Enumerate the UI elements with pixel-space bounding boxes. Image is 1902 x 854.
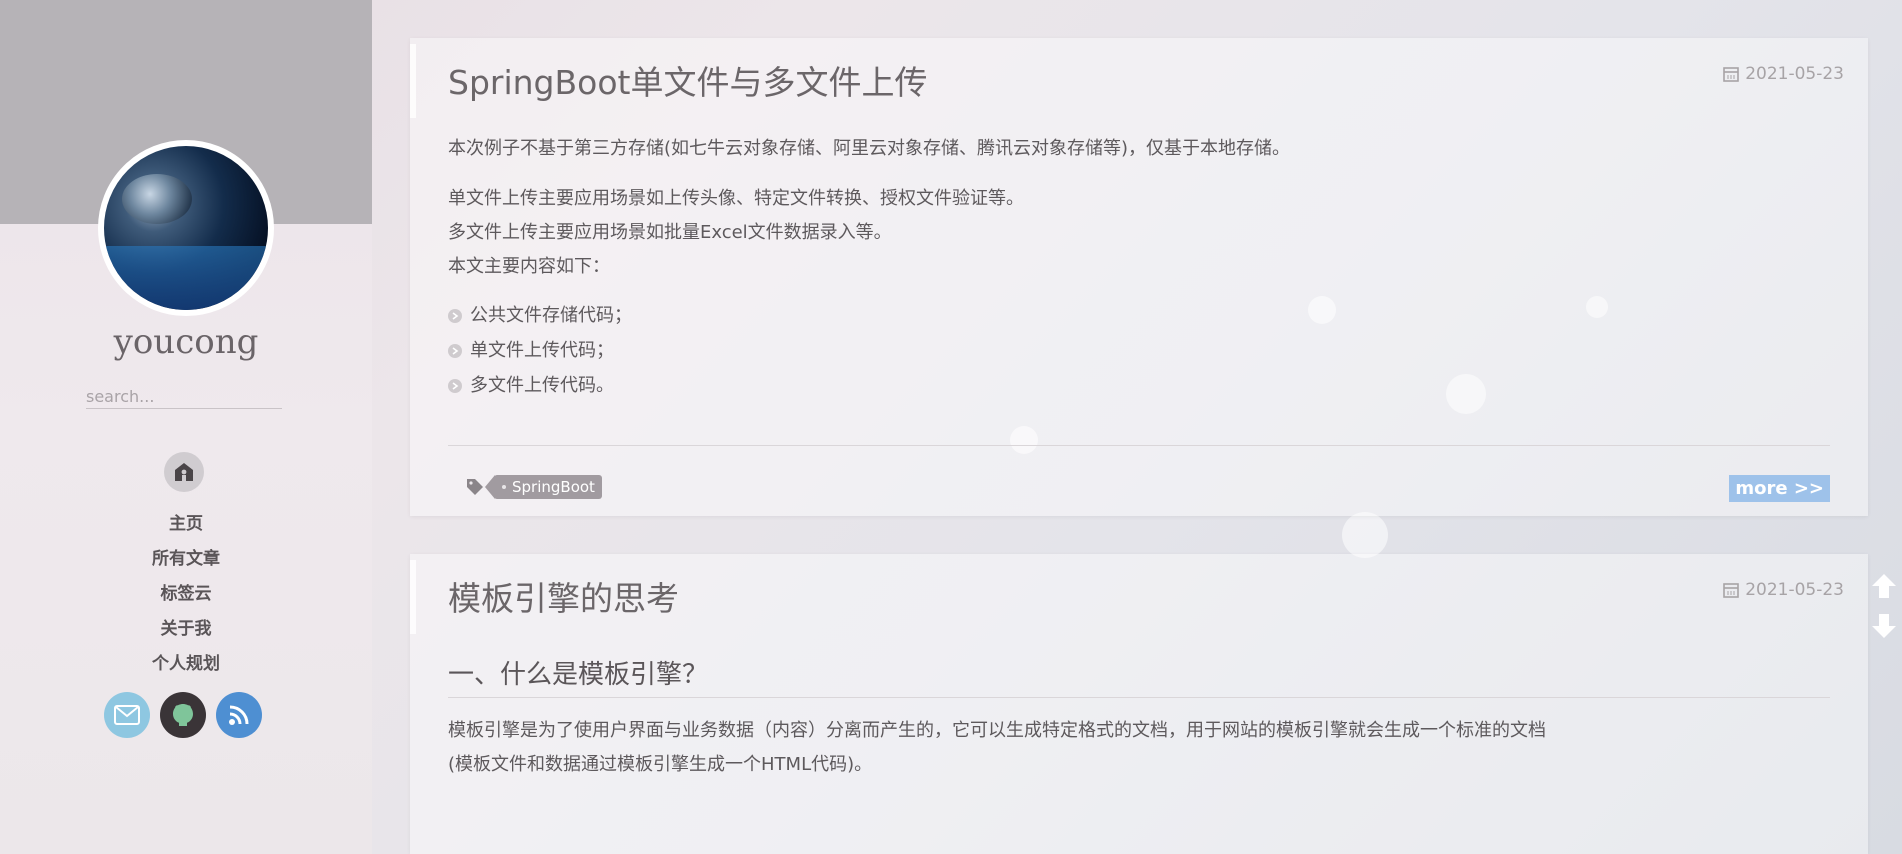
social-links [104,692,262,738]
post-paragraph: 本次例子不基于第三方存储(如七牛云对象存储、阿里云对象存储、腾讯云对象存储等)，… [448,138,1291,159]
post-paragraph: 多文件上传主要应用场景如批量Excel文件数据录入等。 [448,222,892,243]
list-item-text: 单文件上传代码； [470,339,614,361]
home-icon[interactable] [164,452,204,492]
github-icon[interactable] [160,692,206,738]
sidebar-item-about[interactable]: 关于我 [0,617,372,652]
post-divider [448,445,1830,446]
post-accent [410,560,416,634]
sidebar-nav: 主页 所有文章 标签云 关于我 个人规划 [0,512,372,687]
post-paragraph: (模板文件和数据通过模板引擎生成一个HTML代码)。 [448,754,873,775]
site-name[interactable]: youcong [0,322,372,362]
search-input[interactable] [86,384,282,409]
avatar[interactable] [98,140,274,316]
post-body: 模板引擎是为了使用户界面与业务数据（内容）分离而产生的，它可以生成特定格式的文档… [448,714,1546,782]
post-date: 2021-05-23 [1723,580,1844,600]
mail-icon[interactable] [104,692,150,738]
avatar-nebula [104,246,268,310]
bullet-icon [448,308,462,323]
section-heading: 一、什么是模板引擎？ [448,654,1830,698]
calendar-icon [1723,583,1740,598]
post-tags: SpringBoot [466,475,602,499]
sidebar-item-home[interactable]: 主页 [0,512,372,547]
more-button[interactable]: more >> [1729,475,1830,502]
sidebar: youcong 主页 所有文章 标签云 关于我 个人规划 [0,0,372,854]
sidebar-item-plan[interactable]: 个人规划 [0,652,372,687]
list-item-text: 公共文件存储代码； [470,304,632,326]
calendar-icon [1723,67,1740,82]
list-item: 多文件上传代码。 [448,368,1290,403]
bullet-icon [448,343,462,358]
post-date-text: 2021-05-23 [1745,64,1844,84]
post-paragraph: 本文主要内容如下： [448,256,610,277]
scroll-down-icon[interactable] [1866,606,1902,646]
post-title[interactable]: 模板引擎的思考 [448,572,679,620]
post-card: SpringBoot单文件与多文件上传 2021-05-23 本次例子不基于第三… [410,38,1868,516]
avatar-planet [122,174,192,224]
house-icon [175,463,193,481]
post-accent [410,44,416,118]
list-item: 公共文件存储代码； [448,298,1290,333]
post-paragraph: 模板引擎是为了使用户界面与业务数据（内容）分离而产生的，它可以生成特定格式的文档… [448,720,1546,741]
list-item: 单文件上传代码； [448,333,1290,368]
sidebar-item-all-articles[interactable]: 所有文章 [0,547,372,582]
scroll-up-icon[interactable] [1866,566,1902,606]
post-date: 2021-05-23 [1723,64,1844,84]
scroll-controls [1866,566,1902,646]
post-date-text: 2021-05-23 [1745,580,1844,600]
bullet-icon [448,378,462,393]
sidebar-item-tag-cloud[interactable]: 标签云 [0,582,372,617]
post-card: 模板引擎的思考 2021-05-23 一、什么是模板引擎？ 模板引擎是为了使用户… [410,554,1868,854]
post-title[interactable]: SpringBoot单文件与多文件上传 [448,56,927,104]
bg-bubble [1342,512,1388,558]
tag-icon [467,479,483,495]
list-item-text: 多文件上传代码。 [470,374,614,396]
post-body: 本次例子不基于第三方存储(如七牛云对象存储、阿里云对象存储、腾讯云对象存储等)，… [448,132,1290,403]
post-paragraph: 单文件上传主要应用场景如上传头像、特定文件转换、授权文件验证等。 [448,188,1024,209]
rss-icon[interactable] [216,692,262,738]
tag-springboot[interactable]: SpringBoot [485,475,602,499]
